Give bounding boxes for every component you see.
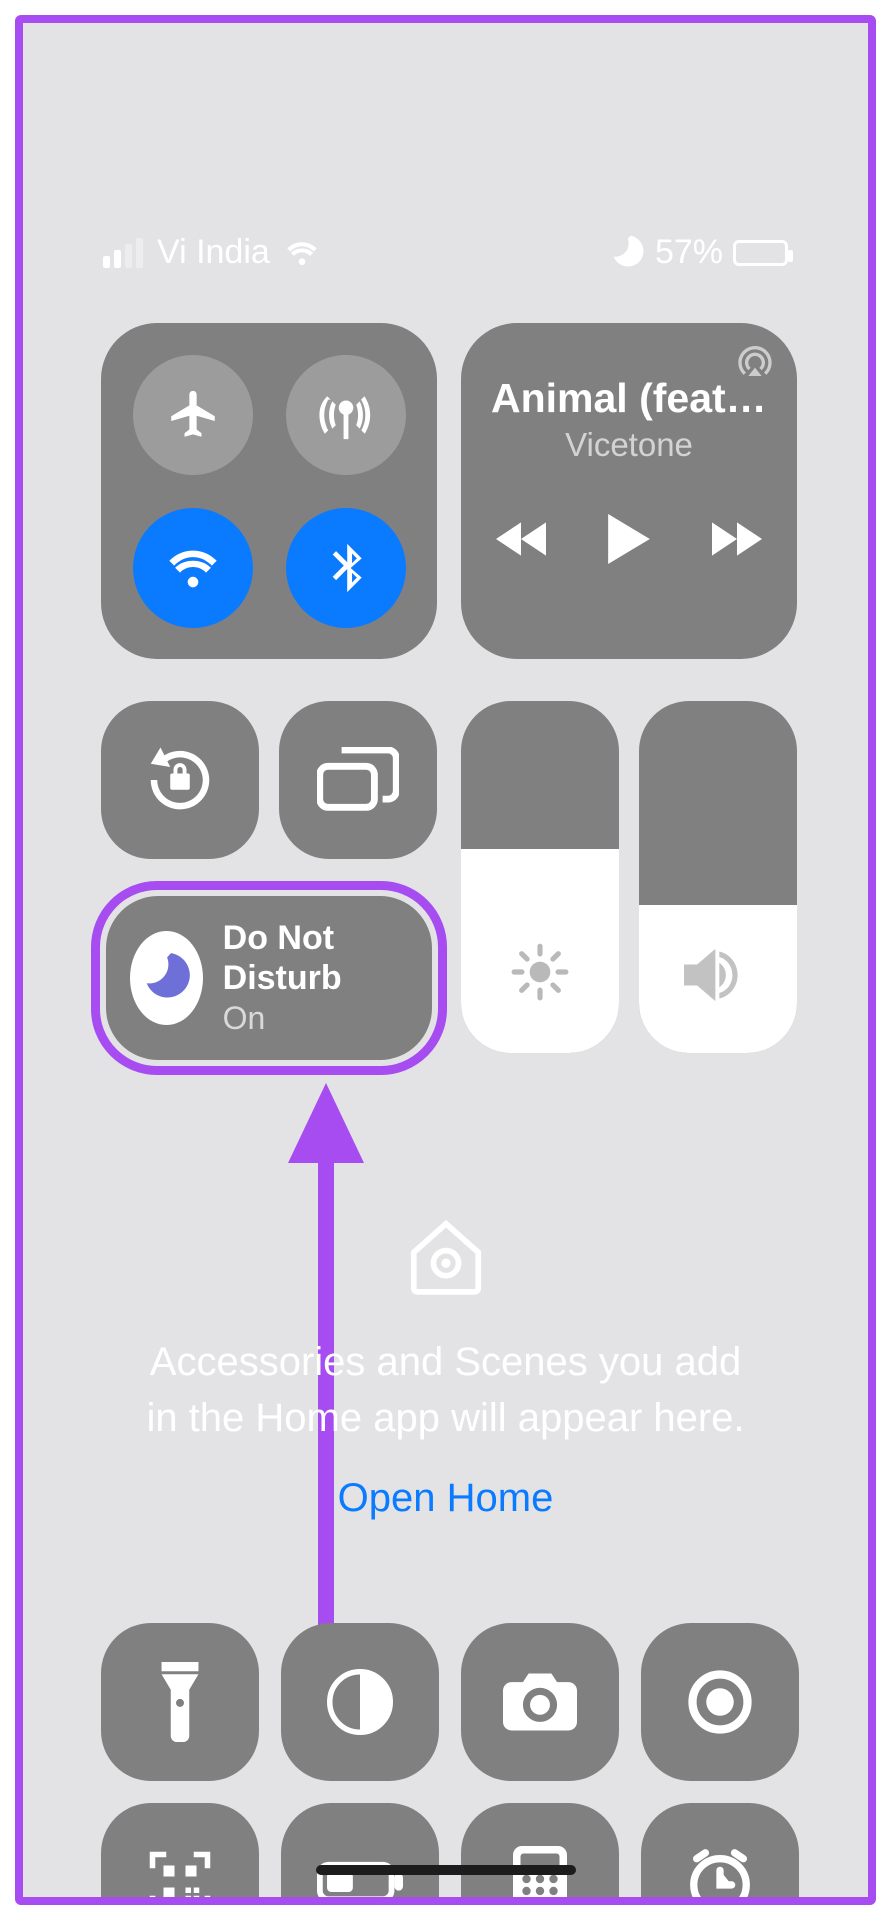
contrast-icon <box>327 1669 393 1735</box>
previous-track-button[interactable] <box>496 519 546 559</box>
battery-icon <box>733 240 788 266</box>
wifi-icon <box>164 539 222 597</box>
dnd-status-icon <box>609 235 645 271</box>
alarm-button[interactable] <box>641 1803 799 1905</box>
dnd-state: On <box>223 1000 408 1037</box>
wifi-toggle[interactable] <box>133 508 253 628</box>
camera-icon <box>503 1672 577 1732</box>
battery-percent: 57% <box>655 233 723 272</box>
qr-scanner-button[interactable] <box>101 1803 259 1905</box>
calculator-button[interactable] <box>461 1803 619 1905</box>
bluetooth-icon <box>317 539 375 597</box>
quick-action-tiles <box>101 1623 790 1905</box>
cellular-signal-icon <box>103 238 143 268</box>
open-home-link[interactable]: Open Home <box>338 1476 554 1521</box>
airplane-mode-toggle[interactable] <box>133 355 253 475</box>
status-bar: Vi India 57% <box>103 233 788 272</box>
next-track-button[interactable] <box>712 519 762 559</box>
home-empty-message: Accessories and Scenes you add in the Ho… <box>101 1334 790 1446</box>
home-accessories-section: Accessories and Scenes you add in the Ho… <box>101 1213 790 1521</box>
rotation-lock-icon <box>141 741 219 819</box>
cellular-data-toggle[interactable] <box>286 355 406 475</box>
brightness-icon <box>509 941 571 1003</box>
dnd-highlight-annotation: Do Not Disturb On <box>91 881 447 1075</box>
moon-icon <box>140 952 192 1004</box>
wifi-icon <box>284 235 320 271</box>
control-center: Vi India 57% Animal <box>23 23 868 1897</box>
low-power-button[interactable] <box>281 1803 439 1905</box>
airplay-icon[interactable] <box>735 341 775 381</box>
antenna-icon <box>317 386 375 444</box>
calculator-icon <box>513 1846 567 1905</box>
play-button[interactable] <box>606 514 652 564</box>
clock-icon <box>685 1847 755 1905</box>
now-playing-title: Animal (feat.... <box>491 375 767 422</box>
qr-icon <box>147 1849 213 1905</box>
flashlight-icon <box>153 1662 207 1742</box>
screen-mirroring-button[interactable] <box>279 701 437 859</box>
annotated-screenshot-frame: Vi India 57% Animal <box>15 15 876 1905</box>
record-icon <box>687 1669 753 1735</box>
volume-icon <box>684 947 752 1003</box>
brightness-slider[interactable] <box>461 701 619 1053</box>
camera-button[interactable] <box>461 1623 619 1781</box>
do-not-disturb-toggle[interactable]: Do Not Disturb On <box>106 896 432 1060</box>
home-indicator[interactable] <box>316 1865 576 1875</box>
connectivity-group[interactable] <box>101 323 437 659</box>
carrier-label: Vi India <box>157 233 270 272</box>
screen-mirroring-icon <box>317 747 399 813</box>
airplane-icon <box>164 386 222 444</box>
home-icon <box>403 1213 489 1299</box>
now-playing-artist: Vicetone <box>565 426 693 464</box>
media-controls-tile[interactable]: Animal (feat.... Vicetone <box>461 323 797 659</box>
dnd-moon-circle <box>130 931 203 1025</box>
flashlight-button[interactable] <box>101 1623 259 1781</box>
orientation-lock-toggle[interactable] <box>101 701 259 859</box>
dark-mode-button[interactable] <box>281 1623 439 1781</box>
bluetooth-toggle[interactable] <box>286 508 406 628</box>
volume-slider[interactable] <box>639 701 797 1053</box>
dnd-title: Do Not Disturb <box>223 919 408 997</box>
screen-record-button[interactable] <box>641 1623 799 1781</box>
